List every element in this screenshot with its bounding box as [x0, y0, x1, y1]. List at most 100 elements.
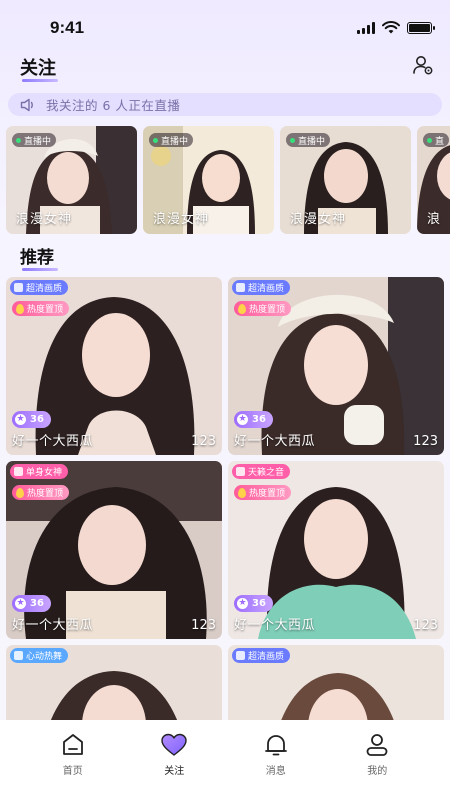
quality-tag-label: 超清画质 — [248, 652, 285, 662]
speaker-icon — [20, 98, 33, 111]
tab-profile-label: 我的 — [367, 766, 388, 777]
recommend-grid: 超清画质 热度置顶 ★ 36 好一个大西瓜 123 超清画质 热度置顶 ★ 36… — [6, 277, 444, 720]
tab-home[interactable]: 首页 — [38, 732, 108, 800]
live-badge-label: 直播中 — [24, 136, 52, 147]
rating-value: 36 — [30, 598, 44, 609]
live-card[interactable]: 直 浪 — [417, 126, 450, 234]
voice-tag-label: 天籁之音 — [248, 468, 285, 478]
streamer-name: 浪漫女神 — [153, 212, 210, 227]
rating-badge: ★ 36 — [234, 411, 273, 428]
tag-icon — [236, 651, 245, 660]
status-bar: 9:41 — [0, 0, 450, 52]
live-card[interactable]: 直播中 浪漫女神 — [6, 126, 137, 234]
hot-tag: 热度置顶 — [234, 301, 292, 316]
live-dot-icon — [290, 137, 295, 143]
wifi-icon — [382, 21, 400, 34]
single-tag-label: 单身女神 — [26, 468, 63, 478]
live-notice-text: 我关注的 6 人正在直播 — [46, 98, 181, 113]
live-badge: 直播中 — [12, 133, 57, 147]
heart-icon — [161, 733, 187, 756]
hot-tag: 热度置顶 — [234, 485, 292, 500]
viewer-count: 123 — [413, 434, 438, 449]
quality-tag: 超清画质 — [232, 648, 291, 663]
title-underline — [22, 79, 58, 82]
recommend-card[interactable]: 单身女神 热度置顶 ★ 36 好一个大西瓜 123 — [6, 461, 222, 639]
live-badge: 直 — [423, 133, 450, 147]
live-dot-icon — [427, 137, 432, 143]
fire-icon — [16, 303, 24, 314]
recommend-card[interactable]: 超清画质 热度置顶 ★ 36 好一个大西瓜 123 — [228, 277, 444, 455]
tab-follow-label: 关注 — [164, 766, 185, 777]
live-dot-icon — [16, 137, 21, 143]
live-badge: 直播中 — [149, 133, 194, 147]
hot-tag-label: 热度置顶 — [249, 489, 286, 499]
star-icon: ★ — [15, 598, 26, 609]
streamer-name: 好一个大西瓜 — [234, 618, 316, 633]
tab-profile[interactable]: 我的 — [342, 732, 412, 800]
hot-tag-label: 热度置顶 — [27, 305, 64, 315]
streamer-name: 好一个大西瓜 — [12, 618, 94, 633]
hot-tag-label: 热度置顶 — [27, 489, 64, 499]
dance-tag-label: 心动热舞 — [26, 652, 63, 662]
quality-tag-label: 超清画质 — [248, 284, 285, 294]
live-card[interactable]: 直播中 浪漫女神 — [143, 126, 274, 234]
battery-icon — [407, 21, 435, 34]
recommend-card[interactable]: 超清画质 热度置顶 ★ 36 好一个大西瓜 123 — [6, 277, 222, 455]
fire-icon — [238, 303, 246, 314]
star-icon: ★ — [237, 598, 248, 609]
live-card[interactable]: 直播中 浪漫女神 — [280, 126, 411, 234]
tag-icon — [236, 283, 245, 292]
fire-icon — [16, 487, 24, 498]
star-icon: ★ — [237, 414, 248, 425]
single-tag: 单身女神 — [10, 464, 69, 479]
section-underline — [22, 268, 58, 271]
viewer-count: 123 — [191, 434, 216, 449]
status-time: 9:41 — [50, 18, 85, 37]
dance-tag: 心动热舞 — [10, 648, 69, 663]
rating-badge: ★ 36 — [12, 411, 51, 428]
tag-icon — [14, 283, 23, 292]
rating-value: 36 — [30, 414, 44, 425]
live-badge-label: 直 — [435, 136, 445, 147]
tab-home-label: 首页 — [62, 766, 83, 777]
tag-icon — [236, 467, 245, 476]
tab-follow[interactable]: 关注 — [139, 732, 209, 800]
tab-messages[interactable]: 消息 — [241, 732, 311, 800]
rating-badge: ★ 36 — [12, 595, 51, 612]
quality-tag-label: 超清画质 — [26, 284, 63, 294]
signal-icon — [357, 21, 375, 34]
viewer-count: 123 — [191, 618, 216, 633]
recommend-card[interactable]: 超清画质 — [228, 645, 444, 720]
recommend-card[interactable]: 心动热舞 — [6, 645, 222, 720]
streamer-name: 浪漫女神 — [290, 212, 347, 227]
tag-icon — [14, 651, 23, 660]
streamer-name: 浪漫女神 — [16, 212, 73, 227]
hot-tag: 热度置顶 — [12, 301, 70, 316]
rating-badge: ★ 36 — [234, 595, 273, 612]
tag-icon — [14, 467, 23, 476]
live-streamers-row: 直播中 浪漫女神 直播中 浪漫女神 直播中 浪漫女神 直 浪 — [6, 126, 450, 234]
recommend-card[interactable]: 天籁之音 热度置顶 ★ 36 好一个大西瓜 123 — [228, 461, 444, 639]
user-icon — [366, 734, 388, 756]
bell-icon — [264, 735, 287, 756]
viewer-count: 123 — [413, 618, 438, 633]
live-notice-bar[interactable]: 我关注的 6 人正在直播 — [8, 93, 442, 116]
live-dot-icon — [153, 137, 158, 143]
hot-tag: 热度置顶 — [12, 485, 70, 500]
star-icon: ★ — [15, 414, 26, 425]
live-badge-label: 直播中 — [161, 136, 189, 147]
tab-messages-label: 消息 — [265, 766, 286, 777]
home-icon — [62, 734, 83, 755]
hot-tag-label: 热度置顶 — [249, 305, 286, 315]
streamer-name: 好一个大西瓜 — [234, 434, 316, 449]
fire-icon — [238, 487, 246, 498]
streamer-name: 好一个大西瓜 — [12, 434, 94, 449]
user-settings-icon[interactable] — [412, 54, 434, 76]
live-badge-label: 直播中 — [298, 136, 326, 147]
bottom-tab-bar: 首页 关注 消息 我的 — [0, 720, 450, 800]
section-title-recommend: 推荐 — [20, 248, 54, 268]
rating-value: 36 — [252, 414, 266, 425]
streamer-name: 浪 — [427, 212, 442, 227]
page-title: 关注 — [20, 58, 56, 79]
rating-value: 36 — [252, 598, 266, 609]
